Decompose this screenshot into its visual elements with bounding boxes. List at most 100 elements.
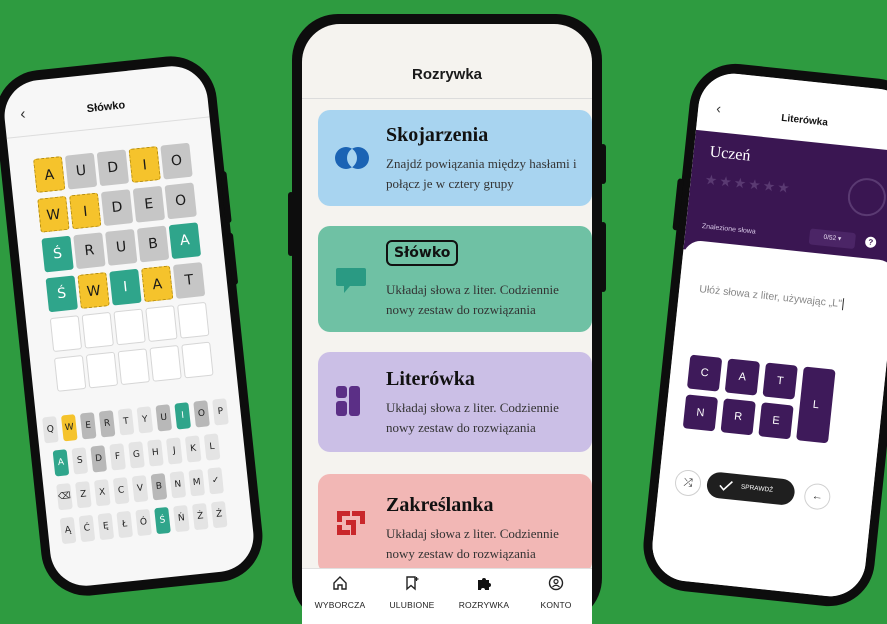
nav-item-rozrywka[interactable]: ROZRYWKA xyxy=(448,575,520,613)
letter-tile: W xyxy=(37,195,70,233)
keyboard-key[interactable]: M xyxy=(188,469,206,497)
keyboard-key[interactable]: Ą xyxy=(59,516,77,545)
keyboard-key[interactable]: E xyxy=(79,412,97,440)
keyboard-key[interactable]: Z xyxy=(75,481,92,509)
card-skojarzenia[interactable]: Skojarzenia Znajdź powiązania między has… xyxy=(318,110,592,206)
letter-tile: A xyxy=(141,265,174,303)
keyboard-key[interactable]: Ś xyxy=(154,506,171,535)
slowko-logo: Słówko xyxy=(386,240,459,266)
letter-tile: A xyxy=(168,222,202,260)
keyboard-key[interactable]: Ń xyxy=(173,504,190,533)
letter-tile: U xyxy=(64,152,98,190)
card-literowka[interactable]: Literówka Układaj słowa z liter. Codzien… xyxy=(318,352,592,452)
keyboard-key[interactable]: O xyxy=(193,400,210,428)
phone-slowko: ‹ Słówko AUDIOWIDEOŚRUBAŚWIAT QWERTYUIOP… xyxy=(0,51,267,601)
letter-tile: E xyxy=(132,185,166,223)
keyboard-key[interactable]: S xyxy=(71,447,89,475)
nav-label: ULUBIONE xyxy=(389,600,435,610)
keyboard-key[interactable]: Ć xyxy=(78,514,96,543)
literowka-screen: ‹ Literówka Uczeń ★★★★★★ Znalezione słow… xyxy=(648,70,887,600)
letter-tile[interactable]: R xyxy=(720,398,756,436)
nav-item-konto[interactable]: KONTO xyxy=(520,575,592,613)
keyboard-key[interactable]: I xyxy=(174,402,192,430)
letter-tile xyxy=(181,341,214,379)
word-input[interactable]: Ułóż słowa z liter, używając „L" xyxy=(699,283,845,311)
home-icon xyxy=(333,576,347,590)
letter-tile: I xyxy=(109,268,142,306)
keyboard-key[interactable]: Ź xyxy=(210,500,228,529)
keyboard-key[interactable]: B xyxy=(150,473,168,501)
check-icon xyxy=(719,481,733,491)
check-button[interactable]: SPRAWDŹ xyxy=(705,471,796,507)
card-description: Układaj słowa z liter. Codziennie nowy z… xyxy=(386,282,559,317)
keyboard: Q W E R T Y U I O P A S D F G H J K L ⌫ Z X C V B N M ✓ Ą Ć Ę Ł Ó Ś Ń Ż Ź xyxy=(1,63,229,545)
card-description: Układaj słowa z liter. Codziennie nowy z… xyxy=(386,526,559,561)
letter-tile: B xyxy=(136,225,170,263)
letter-tile[interactable]: T xyxy=(762,362,798,400)
found-words-dropdown[interactable]: 0/52 ▾ xyxy=(808,228,857,250)
keyboard-key[interactable]: Y xyxy=(136,406,154,434)
keyboard-key[interactable]: C xyxy=(112,477,130,505)
letter-tile xyxy=(149,344,182,382)
found-count: 0/52 xyxy=(823,233,837,243)
letter-tile xyxy=(145,305,178,343)
letter-tile: R xyxy=(73,232,106,270)
rozrywka-screen: Rozrywka Skojarzenia Znajdź powiązania m… xyxy=(302,24,592,624)
letter-tile[interactable]: E xyxy=(758,402,794,440)
nav-item-wyborcza[interactable]: WYBORCZA xyxy=(304,575,376,613)
phone-literowka: ‹ Literówka Uczeń ★★★★★★ Znalezione słow… xyxy=(638,59,887,611)
letter-tile: D xyxy=(96,149,130,187)
letter-tile xyxy=(117,348,150,386)
keyboard-key[interactable]: ✓ xyxy=(207,467,224,495)
keyboard-key[interactable]: J xyxy=(165,437,183,465)
keyboard-key[interactable]: Ż xyxy=(191,502,209,531)
keyboard-key[interactable]: Ł xyxy=(116,510,134,539)
letter-tile xyxy=(113,308,146,346)
keyboard-key[interactable]: V xyxy=(131,475,149,503)
keyboard-key[interactable]: F xyxy=(109,443,126,471)
nav-label: ROZRYWKA xyxy=(458,600,510,610)
letter-tile[interactable]: N xyxy=(682,394,719,432)
check-button-label: SPRAWDŹ xyxy=(740,483,774,494)
keyboard-key[interactable]: N xyxy=(169,471,187,499)
nav-item-ulubione[interactable]: ULUBIONE xyxy=(376,575,448,613)
keyboard-key[interactable]: Ó xyxy=(135,508,152,537)
keyboard-key[interactable]: P xyxy=(212,398,229,426)
keyboard-key[interactable]: K xyxy=(184,435,202,463)
card-slowko[interactable]: Słówko Układaj słowa z liter. Codziennie… xyxy=(318,226,592,332)
keyboard-key[interactable]: Q xyxy=(42,416,59,444)
keyboard-key[interactable]: H xyxy=(147,439,164,467)
backspace-icon[interactable]: ← xyxy=(803,482,832,511)
rank-label: Uczeń xyxy=(708,143,752,165)
letter-tile xyxy=(49,315,83,353)
letter-tile[interactable]: C xyxy=(686,354,723,392)
page-title: Rozrywka xyxy=(411,66,483,83)
letter-tile[interactable]: A xyxy=(724,358,761,396)
letter-tile xyxy=(85,351,119,389)
shuffle-icon[interactable]: ⤮ xyxy=(673,468,703,498)
keyboard-key[interactable]: ⌫ xyxy=(56,483,73,511)
keyboard-key[interactable]: D xyxy=(90,445,108,473)
bottom-navigation: WYBORCZA ULUBIONE ROZRYWKA KONTO xyxy=(302,568,592,624)
card-title: Skojarzenia xyxy=(386,124,489,146)
help-icon[interactable]: ? xyxy=(864,236,877,249)
keyboard-key[interactable]: G xyxy=(128,441,145,469)
game-board: Ułóż słowa z liter, używając „L" C A T L… xyxy=(648,239,887,600)
keyboard-key[interactable]: R xyxy=(98,410,116,438)
keyboard-key[interactable]: X xyxy=(93,479,111,507)
letter-tile: D xyxy=(100,189,134,227)
keyboard-key[interactable]: L xyxy=(203,433,221,461)
puzzle-icon xyxy=(478,578,491,590)
card-zakreslanka[interactable]: Zakreślanka Układaj słowa z liter. Codzi… xyxy=(318,474,592,574)
letter-tile: A xyxy=(33,156,66,193)
nav-label: WYBORCZA xyxy=(314,600,366,610)
keyboard-key[interactable]: U xyxy=(155,404,173,432)
keyboard-key[interactable]: A xyxy=(52,449,70,477)
slowko-screen: ‹ Słówko AUDIOWIDEOŚRUBAŚWIAT QWERTYUIOP… xyxy=(1,62,257,590)
keyboard-key[interactable]: W xyxy=(60,414,78,442)
letter-tile xyxy=(177,301,210,339)
keyboard-key[interactable]: Ę xyxy=(97,512,115,541)
skojarzenia-icon xyxy=(335,147,369,169)
keyboard-key[interactable]: T xyxy=(117,408,135,436)
center-letter-tile[interactable]: L xyxy=(796,366,836,444)
